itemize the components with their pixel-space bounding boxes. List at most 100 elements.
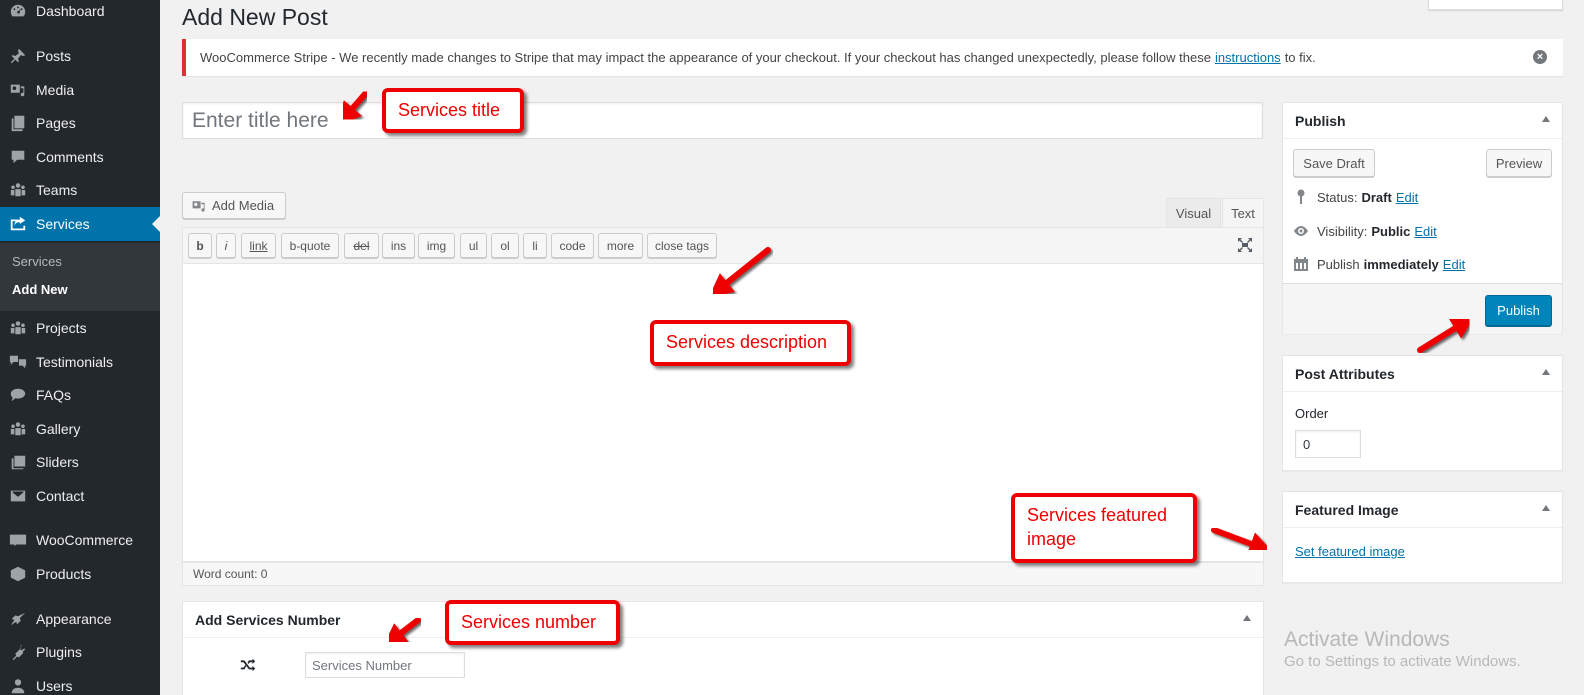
comment-icon (0, 148, 36, 166)
notice-text: WooCommerce Stripe - We recently made ch… (200, 50, 1211, 65)
preview-button[interactable]: Preview (1486, 149, 1552, 177)
sidebar-label: Projects (36, 320, 87, 336)
post-title-input[interactable] (182, 102, 1263, 139)
media-icon (192, 200, 205, 212)
pages-icon (0, 114, 36, 132)
qt-ul-button[interactable]: ul (460, 233, 487, 258)
brush-icon (0, 610, 36, 628)
qt-link-button[interactable]: link (241, 233, 276, 258)
sidebar-item-gallery[interactable]: Gallery (0, 412, 160, 446)
sidebar-item-projects[interactable]: Projects (0, 311, 160, 345)
publish-button[interactable]: Publish (1485, 295, 1552, 326)
sidebar-item-faqs[interactable]: FAQs (0, 378, 160, 412)
services-number-box: Add Services Number (182, 601, 1264, 695)
publish-header[interactable]: Publish (1283, 103, 1562, 139)
sidebar-label: Teams (36, 182, 78, 198)
schedule-value: immediately (1363, 256, 1439, 272)
sidebar-label: Posts (36, 48, 72, 64)
submenu-item-services[interactable]: Services (12, 254, 62, 269)
qt-ins-button[interactable]: ins (382, 233, 415, 258)
sidebar-label: Comments (36, 149, 104, 165)
callout-services-title: Services title (382, 88, 524, 133)
stripe-notice: WooCommerce Stripe - We recently made ch… (182, 39, 1563, 76)
collapse-arrow-icon[interactable] (1542, 505, 1550, 511)
publish-title: Publish (1295, 112, 1346, 129)
sidebar-item-sliders[interactable]: Sliders (0, 445, 160, 479)
post-attributes-box: Post Attributes Order (1282, 355, 1563, 471)
groups-icon (0, 181, 36, 199)
sidebar-label: Gallery (36, 421, 81, 437)
schedule-row: Publish immediately Edit (1293, 256, 1465, 272)
tab-text[interactable]: Text (1222, 198, 1264, 227)
qt-del-button[interactable]: del (344, 233, 379, 258)
qt-li-button[interactable]: li (523, 233, 547, 258)
qt-bold-button[interactable]: b (188, 233, 212, 258)
email-icon (0, 487, 36, 505)
sidebar-item-appearance[interactable]: Appearance (0, 602, 160, 636)
qt-italic-button[interactable]: i (216, 233, 236, 258)
sidebar-item-testimonials[interactable]: Testimonials (0, 345, 160, 379)
sidebar-label: Services (36, 216, 90, 232)
collapse-arrow-icon[interactable] (1542, 116, 1550, 122)
sidebar-item-woocommerce[interactable]: WooCommerce (0, 523, 160, 557)
instructions-link[interactable]: instructions (1215, 50, 1281, 65)
eye-icon (1294, 226, 1308, 236)
visibility-label: Visibility: (1317, 223, 1368, 239)
submenu-item-add-new[interactable]: Add New (12, 282, 68, 297)
qt-ol-button[interactable]: ol (491, 233, 519, 258)
visibility-value: Public (1371, 223, 1411, 239)
testimonial-icon (0, 353, 36, 371)
screen-options-button[interactable] (1428, 0, 1563, 10)
save-draft-button[interactable]: Save Draft (1293, 149, 1375, 177)
media-icon (0, 81, 36, 99)
admin-sidebar: Dashboard Posts Media Pages Comments Tea… (0, 0, 160, 695)
slides-icon (0, 453, 36, 471)
services-submenu: Services Add New (0, 243, 160, 311)
qt-more-button[interactable]: more (598, 233, 643, 258)
dismiss-notice-icon[interactable]: × (1533, 50, 1547, 64)
status-value: Draft (1361, 189, 1392, 205)
edit-schedule-link[interactable]: Edit (1443, 257, 1465, 272)
box-icon (0, 565, 36, 583)
qt-img-button[interactable]: img (418, 233, 455, 258)
callout-services-number: Services number (445, 600, 620, 645)
sidebar-item-users[interactable]: Users (0, 669, 160, 695)
collapse-arrow-icon[interactable] (1542, 369, 1550, 375)
edit-status-link[interactable]: Edit (1396, 190, 1418, 205)
sidebar-item-services[interactable]: Services (0, 207, 160, 241)
sidebar-item-media[interactable]: Media (0, 73, 160, 107)
sidebar-label: Appearance (36, 611, 112, 627)
order-input[interactable] (1295, 430, 1361, 458)
sidebar-item-dashboard[interactable]: Dashboard (0, 0, 160, 28)
featured-image-header[interactable]: Featured Image (1283, 492, 1562, 528)
sidebar-item-contact[interactable]: Contact (0, 479, 160, 513)
add-media-button[interactable]: Add Media (182, 192, 286, 219)
dashboard-icon (0, 2, 36, 20)
groups-icon (0, 319, 36, 337)
sidebar-item-plugins[interactable]: Plugins (0, 635, 160, 669)
collapse-arrow-icon[interactable] (1243, 615, 1251, 621)
groups-icon (0, 420, 36, 438)
qt-bquote-button[interactable]: b-quote (281, 233, 339, 258)
sidebar-item-posts[interactable]: Posts (0, 39, 160, 73)
edit-visibility-link[interactable]: Edit (1414, 224, 1436, 239)
sidebar-item-products[interactable]: Products (0, 557, 160, 591)
set-featured-image-link[interactable]: Set featured image (1295, 544, 1405, 559)
sidebar-item-teams[interactable]: Teams (0, 173, 160, 207)
tab-visual[interactable]: Visual (1166, 198, 1221, 227)
fullscreen-icon[interactable] (1237, 237, 1253, 253)
qt-code-button[interactable]: code (551, 233, 594, 258)
sidebar-item-pages[interactable]: Pages (0, 106, 160, 140)
share-icon (0, 215, 36, 233)
qt-close-tags-button[interactable]: close tags (647, 233, 717, 258)
services-number-input[interactable] (305, 652, 465, 678)
services-number-header[interactable]: Add Services Number (183, 602, 1263, 638)
sidebar-label: Pages (36, 115, 76, 131)
status-label: Status: (1317, 189, 1358, 205)
schedule-label: Publish (1317, 256, 1360, 272)
sidebar-label: Dashboard (36, 3, 105, 19)
sidebar-item-comments[interactable]: Comments (0, 140, 160, 174)
featured-image-box: Featured Image Set featured image (1282, 491, 1563, 583)
post-attributes-header[interactable]: Post Attributes (1283, 356, 1562, 392)
notice-text-after: to fix. (1284, 50, 1316, 65)
